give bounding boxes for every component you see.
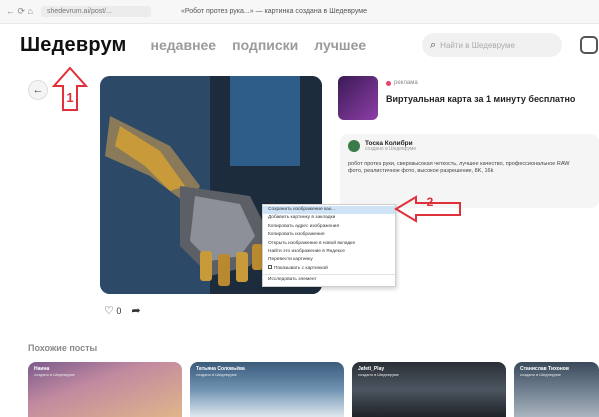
context-menu: Сохранить изображение как... Добавить ка… xyxy=(262,204,396,287)
post-actions: ♡ 0 ➦ xyxy=(104,304,141,317)
similar-post-subtitle: создано в Шедевруме xyxy=(520,372,561,377)
menu-item-search-yandex[interactable]: Найти это изображение в Яндексе xyxy=(263,248,395,256)
heart-icon: ♡ xyxy=(104,305,114,317)
menu-item-translate-image[interactable]: Перевести картинку xyxy=(263,256,395,264)
like-count: 0 xyxy=(116,306,122,316)
arrow-left-icon: ← xyxy=(32,84,44,96)
back-button[interactable]: ← xyxy=(28,80,48,100)
checkbox-icon xyxy=(268,265,272,270)
ad-card[interactable]: реклама Виртуальная карта за 1 минуту бе… xyxy=(338,76,599,128)
search-input[interactable]: ⌕ Найти в Шедевруме xyxy=(422,33,562,57)
post-info-card: Тоска Колибри создано в Шедевруме робот … xyxy=(340,134,599,208)
similar-post-card[interactable]: Наина создано в Шедевруме xyxy=(28,362,182,417)
menu-item-inspect[interactable]: Исследовать элемент xyxy=(263,276,395,284)
browser-toolbar: ← ⟳ ⌂ shedevrum.ai/post/... «Робот проте… xyxy=(0,0,599,24)
address-bar[interactable]: shedevrum.ai/post/... xyxy=(40,6,151,17)
nav-subscriptions[interactable]: подписки xyxy=(232,37,298,53)
site-logo[interactable]: Шедеврум xyxy=(20,34,127,57)
menu-item-save-image[interactable]: Сохранить изображение как... xyxy=(263,206,395,215)
ad-source: реклама xyxy=(394,80,418,86)
browser-nav-icons[interactable]: ← ⟳ ⌂ xyxy=(6,6,33,17)
similar-post-card[interactable]: Татьяна Соловьёва создано в Шедевруме xyxy=(190,362,344,417)
like-button[interactable]: ♡ 0 xyxy=(104,304,121,317)
author-subtitle: создано в Шедевруме xyxy=(365,146,417,153)
similar-post-subtitle: создано в Шедевруме xyxy=(358,372,399,377)
similar-post-subtitle: создано в Шедевруме xyxy=(196,372,237,377)
menu-divider xyxy=(263,274,395,276)
profile-icon[interactable] xyxy=(580,36,598,54)
similar-post-subtitle: создано в Шедевруме xyxy=(34,372,75,377)
menu-item-copy-image[interactable]: Копировать изображение xyxy=(263,231,395,239)
annotation-label-2: 2 xyxy=(427,195,434,209)
nav-best[interactable]: лучшее xyxy=(314,37,366,53)
menu-item-show-with-image[interactable]: Показывать с картинкой xyxy=(263,265,395,273)
avatar[interactable] xyxy=(348,140,360,153)
annotation-label-1: 1 xyxy=(66,90,73,105)
menu-item-bookmark-image[interactable]: Добавить картинку в закладки xyxy=(263,214,395,222)
prompt-text: робот протез руки, сверхвысокая четкость… xyxy=(348,160,570,175)
menu-item-show-with-image-label: Показывать с картинкой xyxy=(274,265,328,271)
annotation-arrow-2: 2 xyxy=(394,195,461,223)
site-header: Шедеврум недавнее подписки лучшее ⌕ Найт… xyxy=(0,24,599,66)
search-placeholder: Найти в Шедевруме xyxy=(440,40,515,50)
menu-item-open-new-tab[interactable]: Открыть изображение в новой вкладке xyxy=(263,240,395,248)
annotation-arrow-1: 1 xyxy=(51,66,89,111)
page-tab-title: «Робот протез рука...» — картинка создан… xyxy=(180,8,367,15)
similar-posts-heading: Похожие посты xyxy=(28,343,98,353)
ad-source-icon xyxy=(386,80,391,86)
similar-post-card[interactable]: Jafeti_Play создано в Шедевруме xyxy=(352,362,506,417)
similar-post-card[interactable]: Станислав Тихонов создано в Шедевруме xyxy=(514,362,599,417)
share-icon[interactable]: ➦ xyxy=(131,304,140,317)
menu-item-copy-image-address[interactable]: Копировать адрес изображения xyxy=(263,223,395,231)
nav-recent[interactable]: недавнее xyxy=(151,37,217,53)
search-icon: ⌕ xyxy=(430,38,437,51)
ad-thumbnail xyxy=(338,76,378,120)
ad-title: Виртуальная карта за 1 минуту бесплатно xyxy=(386,94,576,104)
